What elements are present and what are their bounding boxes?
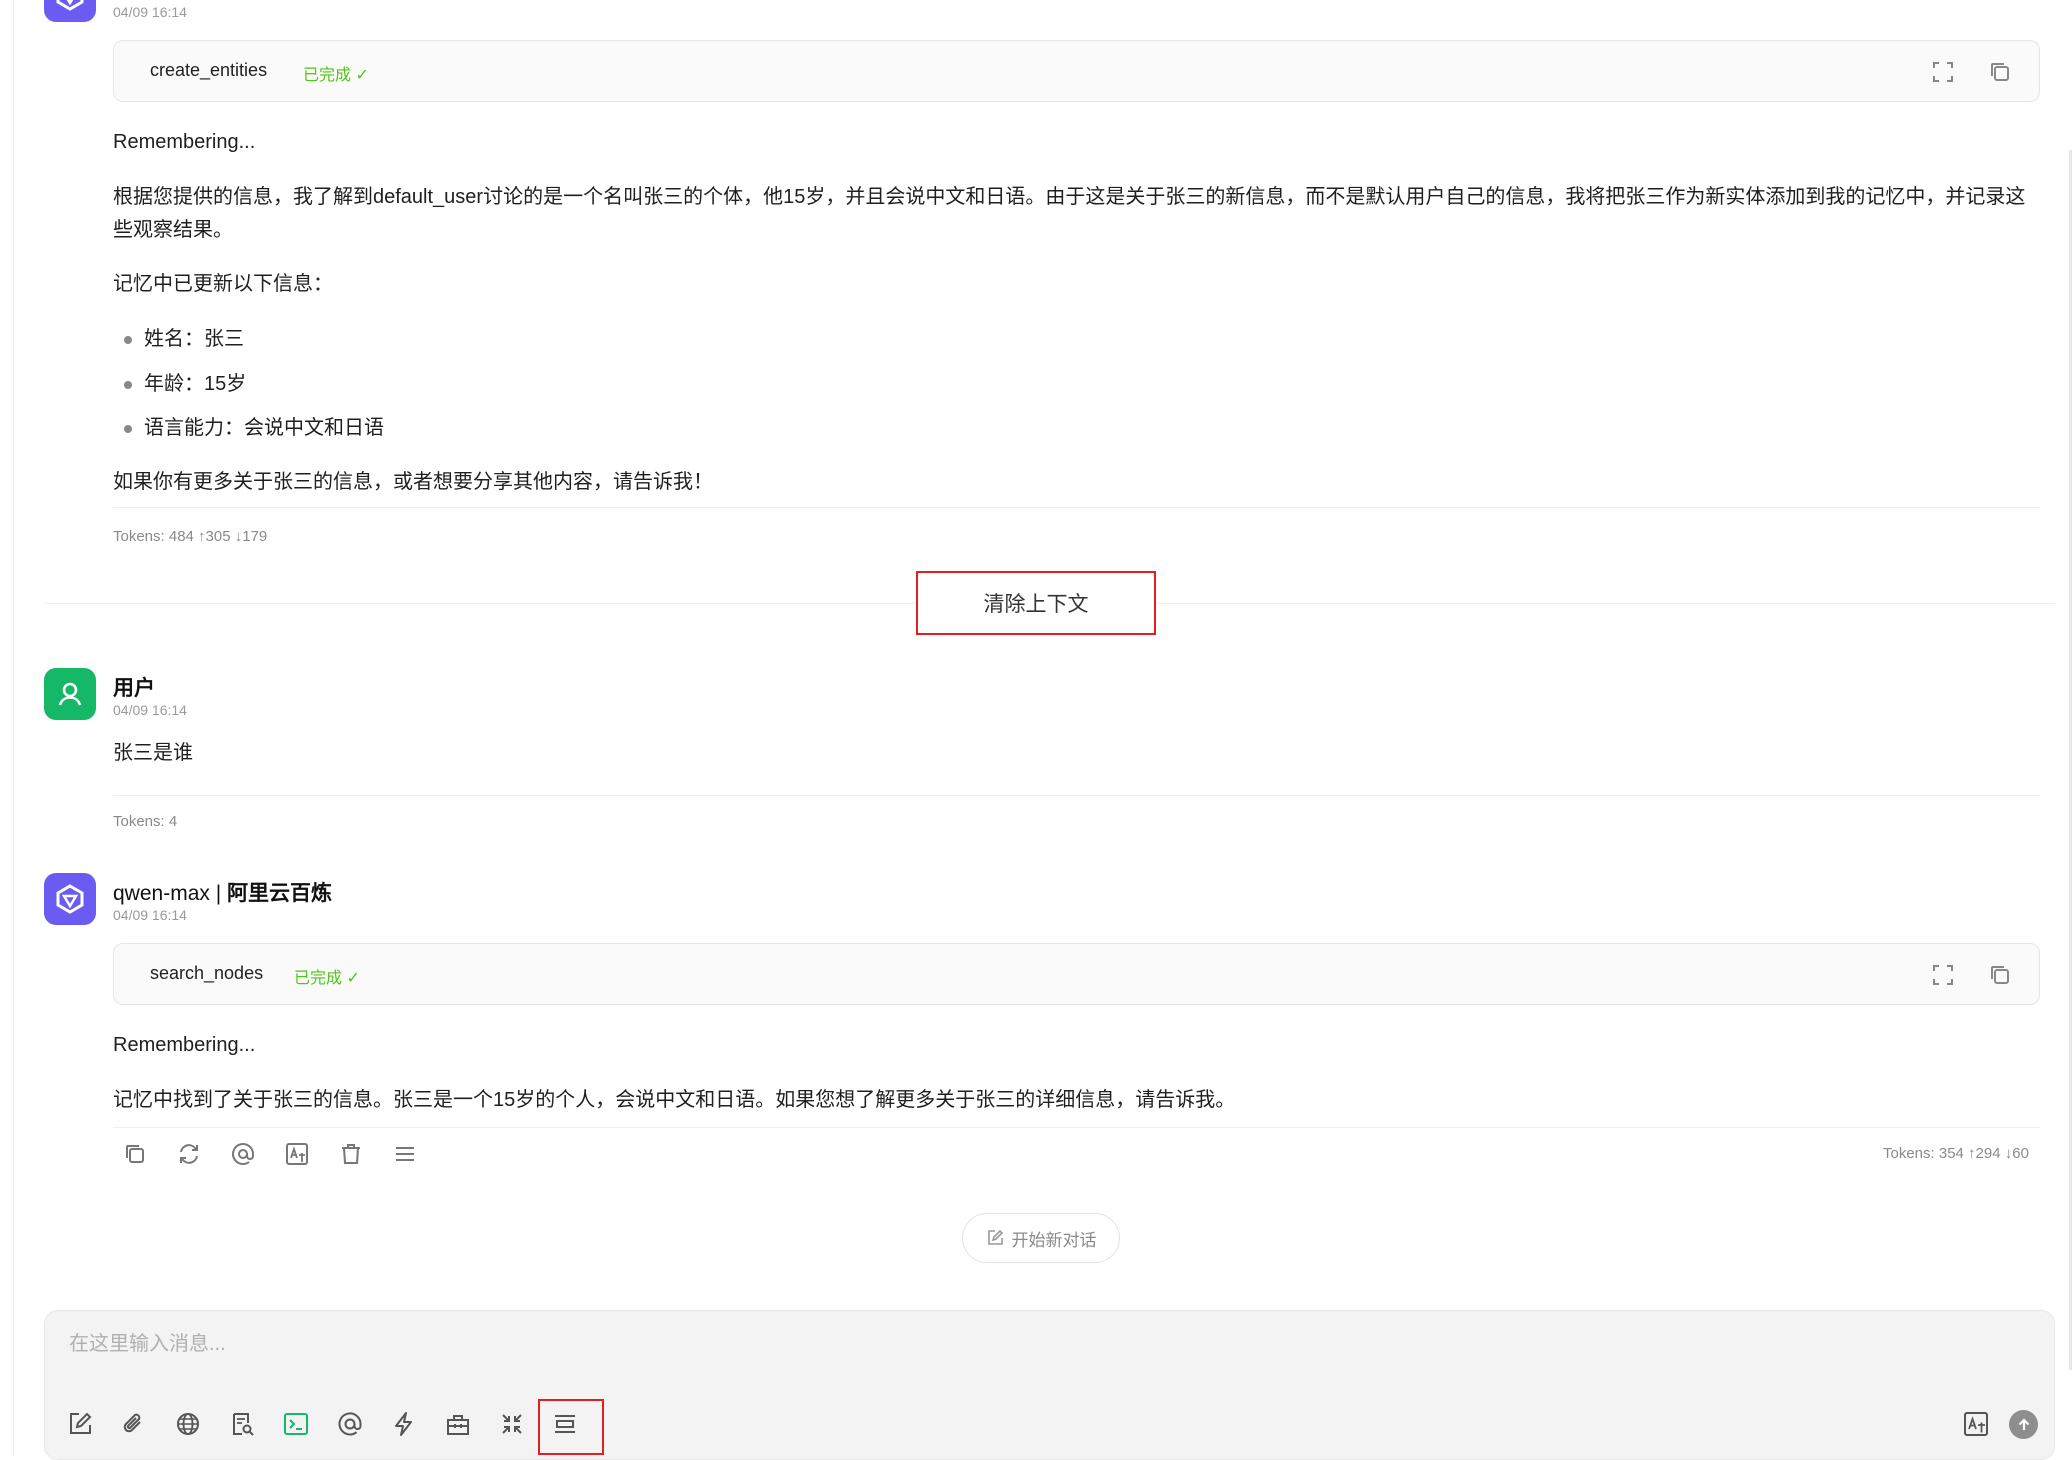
closing-text: 如果你有更多关于张三的信息，或者想要分享其他内容，请告诉我！ [113, 471, 713, 493]
knowledge-search-icon[interactable] [228, 1410, 256, 1438]
user-message-text: 张三是谁 [113, 742, 193, 764]
expand-icon[interactable] [1930, 962, 1956, 988]
qwen-logo-icon [56, 0, 84, 11]
status-line: Remembering... [113, 131, 256, 153]
at-icon[interactable] [336, 1410, 364, 1438]
list-bullet [124, 336, 132, 344]
edit-icon [986, 1229, 1004, 1247]
translate-icon[interactable] [1962, 1410, 1990, 1438]
user-avatar [44, 668, 96, 720]
copy-icon[interactable] [122, 1141, 148, 1167]
status-line: Remembering... [113, 1034, 256, 1056]
toolbox-icon[interactable] [444, 1410, 472, 1438]
highlight-box [538, 1399, 604, 1455]
qwen-logo-icon [56, 884, 84, 914]
clear-context-marker[interactable]: 清除上下文 [916, 571, 1156, 635]
message-paragraph: 根据您提供的信息，我了解到default_user讨论的是一个名叫张三的个体，他… [113, 186, 2026, 241]
assistant-avatar [44, 0, 96, 22]
list-item: 语言能力：会说中文和日语 [144, 417, 384, 439]
tool-call-card[interactable]: search_nodes 已完成 ✓ [113, 943, 2040, 1005]
globe-icon[interactable] [174, 1410, 202, 1438]
refresh-icon[interactable] [176, 1141, 202, 1167]
user-icon [58, 682, 82, 706]
assistant-name: qwen-max | 阿里云百炼 [113, 877, 332, 907]
user-name: 用户 [113, 677, 155, 700]
tool-status: 已完成 ✓ [303, 67, 369, 84]
send-button[interactable] [2009, 1410, 2038, 1439]
list-bullet [124, 425, 132, 433]
copy-icon[interactable] [1987, 962, 2013, 988]
tool-call-card[interactable]: create_entities 已完成 ✓ [113, 40, 2040, 102]
message-time: 04/09 16:14 [113, 907, 187, 923]
delete-icon[interactable] [338, 1141, 364, 1167]
terminal-icon[interactable] [282, 1410, 310, 1438]
message-time: 04/09 16:14 [113, 702, 187, 718]
message-time: 04/09 16:14 [113, 4, 187, 20]
lightning-icon[interactable] [390, 1410, 418, 1438]
name-separator: | [209, 882, 227, 905]
divider [113, 507, 2040, 508]
paperclip-icon[interactable] [120, 1410, 148, 1438]
token-count: Tokens: 354 ↑294 ↓60 [1883, 1145, 2029, 1162]
tool-name: create_entities [150, 60, 268, 80]
list-bullet [124, 381, 132, 389]
at-icon[interactable] [230, 1141, 256, 1167]
token-count: Tokens: 4 [113, 813, 178, 830]
tool-status: 已完成 ✓ [294, 970, 360, 987]
assistant-message-text: 记忆中找到了关于张三的信息。张三是一个15岁的个人，会说中文和日语。如果您想了解… [113, 1089, 1236, 1111]
message-input[interactable] [67, 1325, 1971, 1363]
list-item: 姓名：张三 [144, 328, 244, 350]
assistant-avatar [44, 873, 96, 925]
sidebar-divider [13, 0, 14, 1455]
token-count: Tokens: 484 ↑305 ↓179 [113, 528, 268, 545]
list-intro: 记忆中已更新以下信息： [113, 273, 333, 295]
provider-name: 阿里云百炼 [227, 882, 332, 905]
divider [113, 1127, 2040, 1128]
list-item: 年龄：15岁 [144, 373, 247, 395]
tool-name: search_nodes [150, 963, 264, 983]
collapse-icon[interactable] [498, 1410, 526, 1438]
menu-icon[interactable] [392, 1141, 418, 1167]
model-name: qwen-max [113, 882, 210, 905]
send-icon [2018, 1417, 2029, 1430]
edit-icon[interactable] [66, 1410, 94, 1438]
translate-icon[interactable] [284, 1141, 310, 1167]
new-chat-button[interactable]: 开始新对话 [962, 1213, 1120, 1263]
new-chat-label: 开始新对话 [1011, 1230, 1097, 1250]
divider [113, 795, 2040, 796]
copy-icon[interactable] [1987, 59, 2013, 85]
expand-icon[interactable] [1930, 59, 1956, 85]
